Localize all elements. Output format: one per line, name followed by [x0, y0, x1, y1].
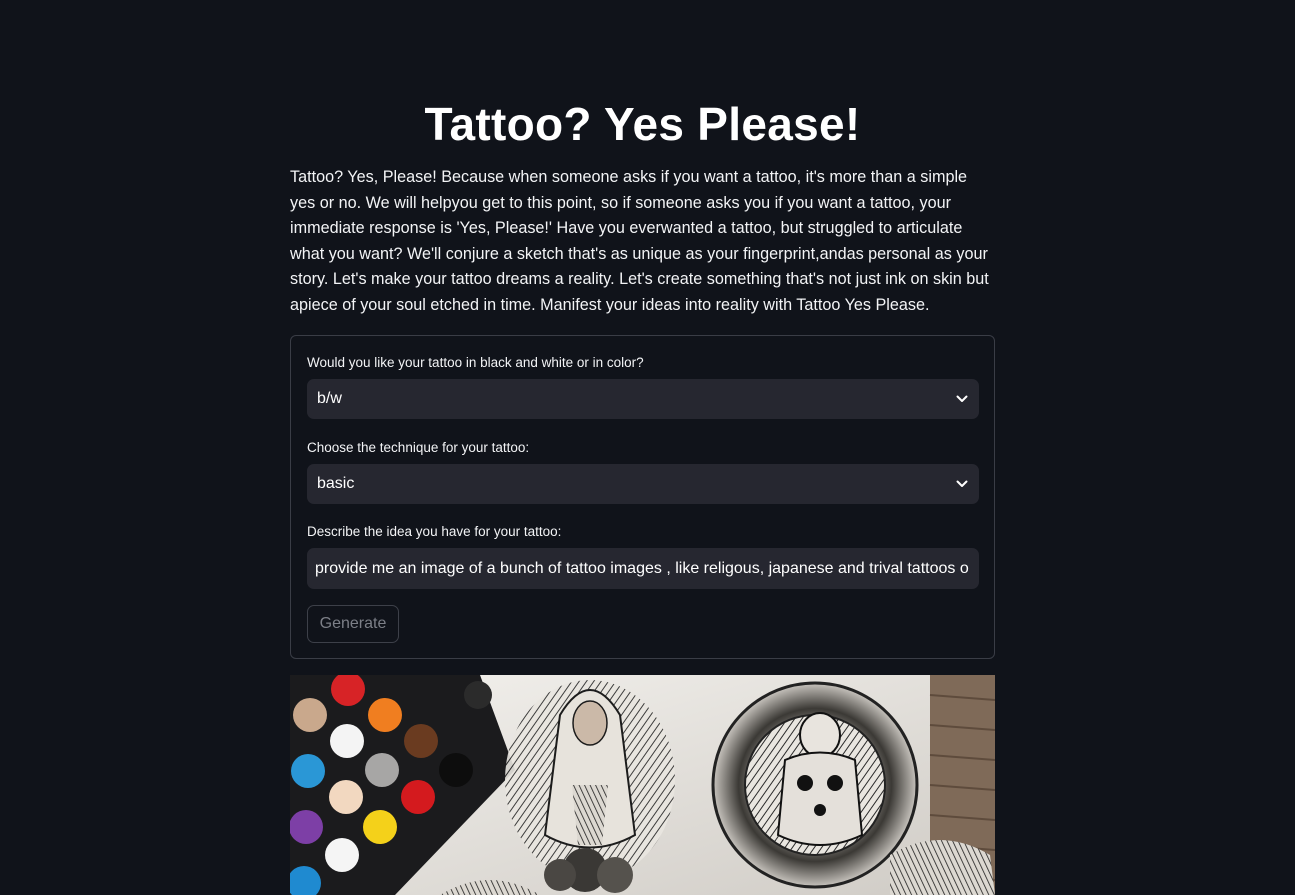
technique-label: Choose the technique for your tattoo:: [307, 440, 530, 455]
chevron-down-icon: [955, 477, 969, 491]
page-title: Tattoo? Yes Please!: [424, 98, 861, 150]
generate-button[interactable]: Generate: [307, 605, 399, 643]
generated-tattoo-image: [290, 675, 995, 895]
color-select[interactable]: b/w: [307, 379, 979, 419]
tattoo-form: Would you like your tattoo in black and …: [290, 335, 995, 659]
color-select-value: b/w: [317, 390, 342, 407]
idea-label: Describe the idea you have for your tatt…: [307, 524, 562, 539]
technique-select[interactable]: basic: [307, 464, 979, 504]
intro-text: Tattoo? Yes, Please! Because when someon…: [290, 168, 989, 314]
idea-input[interactable]: [307, 548, 979, 589]
technique-select-value: basic: [317, 475, 355, 492]
chevron-down-icon: [955, 392, 969, 406]
color-label: Would you like your tattoo in black and …: [307, 355, 644, 370]
